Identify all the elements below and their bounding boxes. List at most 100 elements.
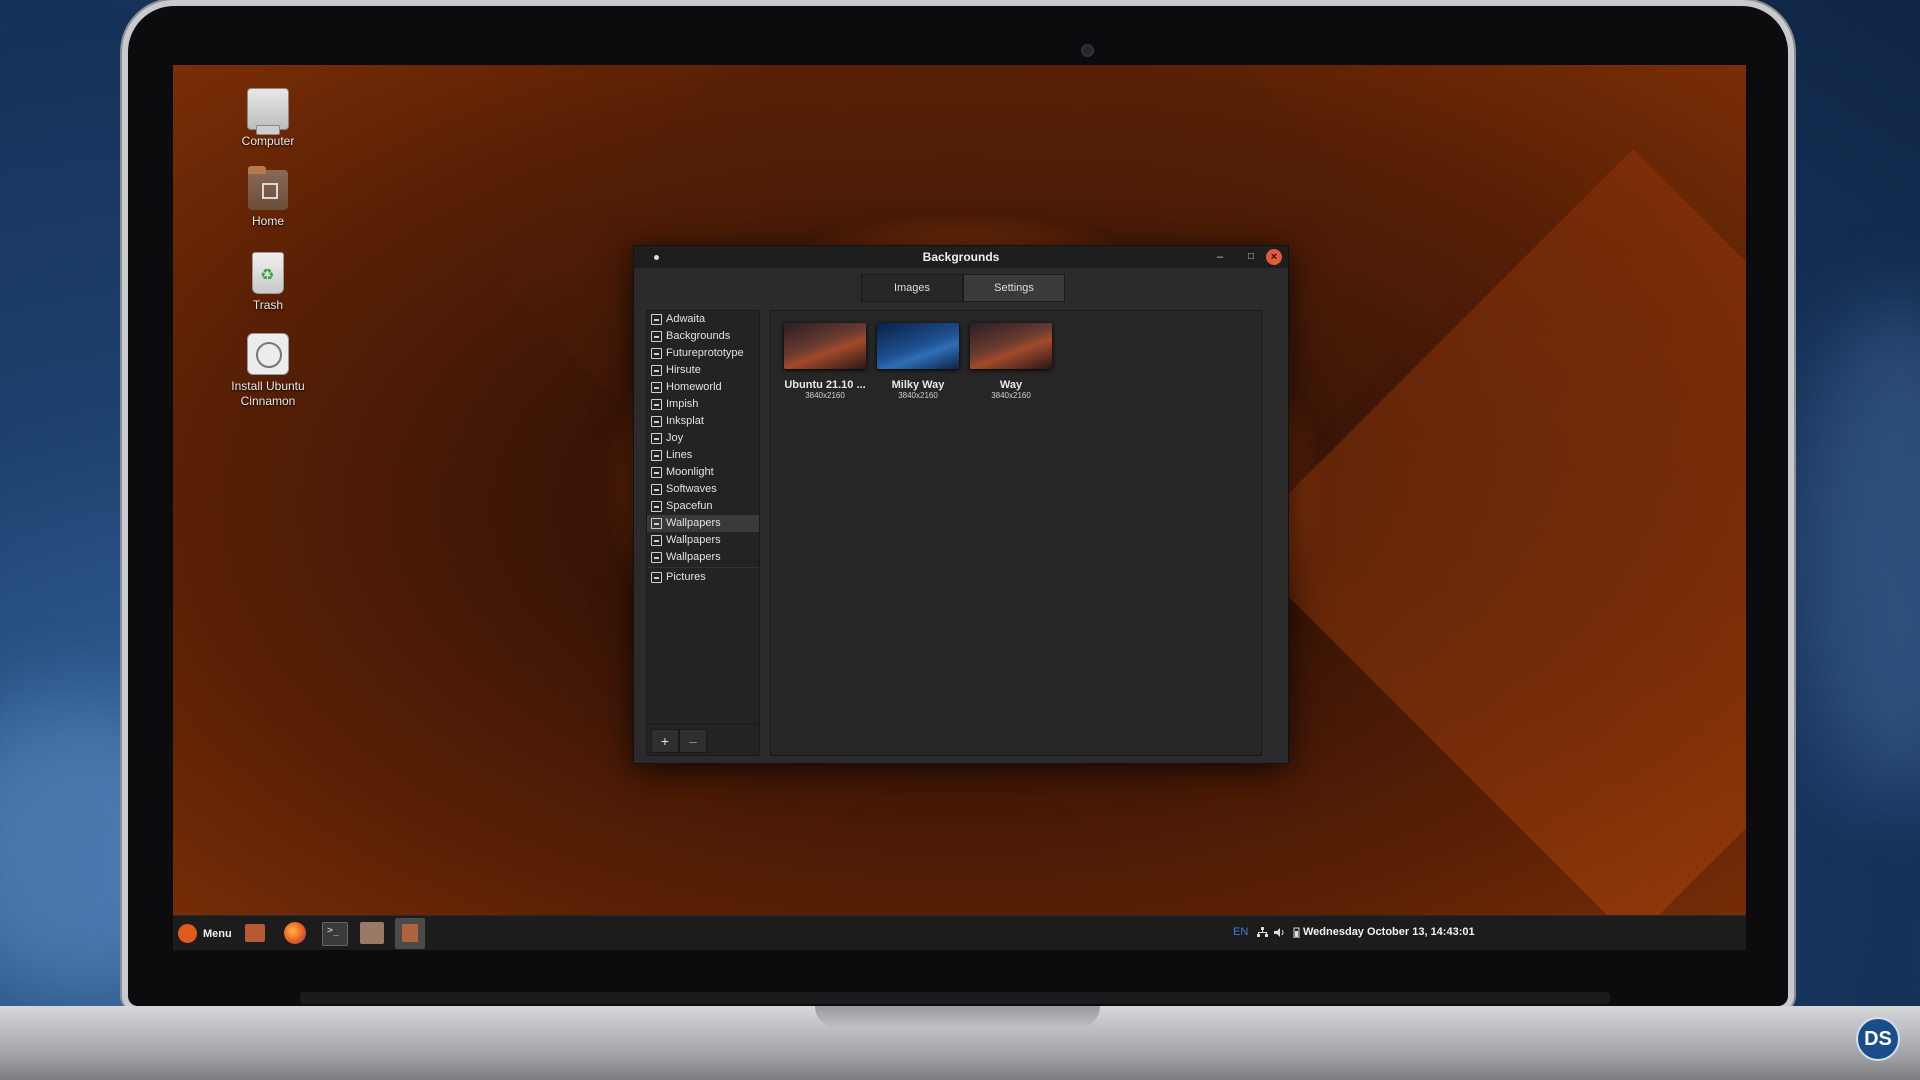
wallpaper-preview-image bbox=[877, 323, 959, 369]
add-folder-button[interactable]: + bbox=[651, 729, 679, 753]
folder-icon bbox=[651, 433, 662, 444]
folder-icon bbox=[651, 484, 662, 495]
sidebar-item-joy[interactable]: Joy bbox=[647, 430, 759, 447]
ubuntu-logo-icon bbox=[178, 924, 197, 943]
sidebar-item-label: Joy bbox=[666, 432, 684, 444]
folder-icon bbox=[651, 552, 662, 563]
sidebar-toolbar: + – bbox=[647, 724, 759, 755]
sidebar-item-wallpapers[interactable]: Wallpapers bbox=[647, 532, 759, 549]
backgrounds-app-icon bbox=[402, 924, 418, 942]
desktop-icon-trash[interactable]: ♻ Trash bbox=[213, 252, 323, 313]
remove-folder-button[interactable]: – bbox=[679, 729, 707, 753]
folder-icon bbox=[651, 416, 662, 427]
desktop-icon-label: Trash bbox=[252, 298, 284, 312]
sidebar-item-wallpapers[interactable]: Wallpapers bbox=[647, 549, 759, 566]
folder-icon bbox=[651, 348, 662, 359]
folder-sidebar: Adwaita Backgrounds Futureprototype Hirs… bbox=[646, 310, 760, 756]
close-button[interactable]: × bbox=[1266, 249, 1282, 265]
window-title: Backgrounds bbox=[922, 250, 1000, 264]
sidebar-item-backgrounds[interactable]: Backgrounds bbox=[647, 328, 759, 345]
menu-label: Menu bbox=[203, 927, 232, 940]
desktop-icon-computer[interactable]: Computer bbox=[213, 88, 323, 149]
volume-icon[interactable] bbox=[1274, 927, 1285, 938]
sidebar-item-futureprototype[interactable]: Futureprototype bbox=[647, 345, 759, 362]
sidebar-item-spacefun[interactable]: Spacefun bbox=[647, 498, 759, 515]
wallpaper-resolution: 3840x2160 bbox=[991, 391, 1031, 400]
desktop-icon-label: Computer bbox=[241, 134, 295, 148]
wallpaper-resolution: 3840x2160 bbox=[805, 391, 845, 400]
sidebar-item-label: Inksplat bbox=[666, 415, 704, 427]
sidebar-item-softwaves[interactable]: Softwaves bbox=[647, 481, 759, 498]
folder-icon bbox=[651, 365, 662, 376]
maximize-button[interactable]: □ bbox=[1243, 249, 1259, 265]
folder-icon bbox=[651, 450, 662, 461]
wallpaper-name: Milky Way bbox=[891, 379, 945, 391]
sidebar-item-inksplat[interactable]: Inksplat bbox=[647, 413, 759, 430]
desktop-icon-label: Install Ubuntu Cinnamon bbox=[231, 379, 305, 408]
desktop-screen: Computer Home ♻ Trash Install Ubuntu Cin… bbox=[173, 65, 1746, 950]
sidebar-item-label: Pictures bbox=[666, 571, 706, 583]
firefox-icon[interactable] bbox=[284, 922, 306, 944]
sidebar-item-label: Adwaita bbox=[666, 313, 706, 325]
sidebar-item-label: Wallpapers bbox=[666, 534, 721, 546]
folder-icon bbox=[651, 382, 662, 393]
home-folder-icon bbox=[248, 166, 288, 210]
desktop-icon-home[interactable]: Home bbox=[213, 166, 323, 229]
menu-button[interactable]: Menu bbox=[178, 924, 232, 943]
sidebar-item-moonlight[interactable]: Moonlight bbox=[647, 464, 759, 481]
bottom-panel: Menu >_ EN Wednesday October 13, 14:43:0… bbox=[173, 915, 1746, 950]
wallpaper-thumbnail[interactable]: Milky Way 3840x2160 bbox=[872, 323, 964, 400]
backgrounds-taskbar-button[interactable] bbox=[395, 918, 425, 949]
sidebar-item-label: Backgrounds bbox=[666, 330, 731, 342]
files-icon[interactable] bbox=[360, 922, 384, 944]
desktop-icon-install-ubuntu[interactable]: Install Ubuntu Cinnamon bbox=[213, 333, 323, 409]
folder-icon bbox=[651, 535, 662, 546]
folder-icon bbox=[651, 331, 662, 342]
folder-icon bbox=[651, 518, 662, 529]
sidebar-item-label: Lines bbox=[666, 449, 693, 461]
wallpaper-resolution: 3840x2160 bbox=[898, 391, 938, 400]
sidebar-item-adwaita[interactable]: Adwaita bbox=[647, 311, 759, 328]
sidebar-item-homeworld[interactable]: Homeworld bbox=[647, 379, 759, 396]
sidebar-divider bbox=[647, 567, 759, 568]
desktop-icon-label: Home bbox=[251, 214, 284, 228]
sidebar-item-label: Homeworld bbox=[666, 381, 722, 393]
minimize-button[interactable]: – bbox=[1212, 249, 1228, 265]
tab-bar: Images Settings bbox=[861, 274, 1065, 302]
sidebar-item-lines[interactable]: Lines bbox=[647, 447, 759, 464]
tab-images[interactable]: Images bbox=[861, 274, 963, 302]
folder-icon bbox=[651, 314, 662, 325]
wallpaper-name: Way bbox=[999, 379, 1023, 391]
wallpaper-thumbnail[interactable]: Way 3840x2160 bbox=[965, 323, 1057, 400]
folder-icon bbox=[651, 501, 662, 512]
sidebar-item-label: Wallpapers bbox=[666, 517, 721, 529]
terminal-icon[interactable]: >_ bbox=[322, 922, 348, 946]
sidebar-item-hirsute[interactable]: Hirsute bbox=[647, 362, 759, 379]
sidebar-item-impish[interactable]: Impish bbox=[647, 396, 759, 413]
sidebar-item-label: Futureprototype bbox=[666, 347, 744, 359]
network-icon[interactable] bbox=[1257, 927, 1268, 938]
backgrounds-window: Backgrounds – □ × Images Settings Adwait… bbox=[633, 245, 1289, 764]
show-desktop-icon[interactable] bbox=[245, 924, 265, 942]
folder-icon bbox=[651, 399, 662, 410]
sidebar-item-label: Softwaves bbox=[666, 483, 717, 495]
thumbnail-grid: Ubuntu 21.10 ... 3840x2160 Milky Way 384… bbox=[770, 310, 1262, 756]
trash-icon: ♻ bbox=[252, 252, 284, 294]
wallpaper-preview-image bbox=[970, 323, 1052, 369]
pictures-folder-icon bbox=[651, 572, 662, 583]
computer-icon bbox=[247, 88, 289, 135]
disc-icon bbox=[247, 333, 289, 375]
wallpaper-preview-image bbox=[784, 323, 866, 369]
sidebar-item-label: Moonlight bbox=[666, 466, 714, 478]
battery-icon[interactable] bbox=[1291, 927, 1302, 938]
keyboard-layout-indicator[interactable]: EN bbox=[1233, 926, 1248, 938]
laptop-notch bbox=[815, 1006, 1100, 1028]
sidebar-item-pictures[interactable]: Pictures bbox=[647, 569, 759, 586]
sidebar-item-label: Impish bbox=[666, 398, 699, 410]
wallpaper-thumbnail[interactable]: Ubuntu 21.10 ... 3840x2160 bbox=[779, 323, 871, 400]
tab-settings[interactable]: Settings bbox=[963, 274, 1065, 302]
clock[interactable]: Wednesday October 13, 14:43:01 bbox=[1303, 926, 1475, 938]
window-titlebar[interactable]: Backgrounds – □ × bbox=[634, 246, 1288, 268]
sidebar-item-wallpapers[interactable]: Wallpapers bbox=[647, 515, 759, 532]
ds-badge: DS bbox=[1856, 1017, 1900, 1061]
